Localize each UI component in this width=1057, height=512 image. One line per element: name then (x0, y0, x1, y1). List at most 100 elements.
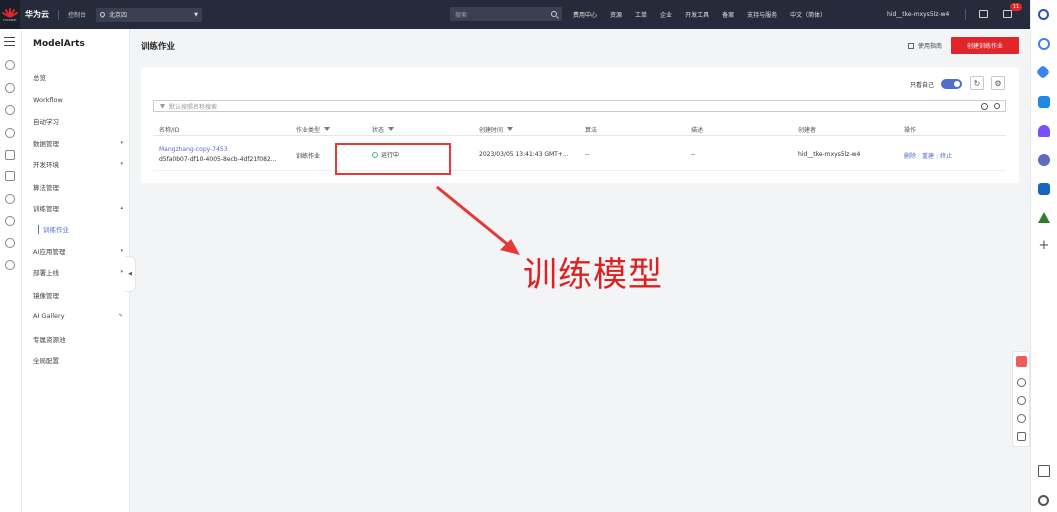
sidebar-item-algorithms[interactable]: 算法管理 (33, 177, 130, 197)
refresh-button[interactable]: ↻ (970, 76, 984, 90)
security-icon[interactable] (5, 216, 15, 226)
sidebar-item-label: AI Gallery (33, 312, 65, 320)
sidebar-item-label: 总览 (33, 74, 46, 82)
container-icon[interactable] (5, 171, 15, 181)
sidebar-item-ai-gallery[interactable]: AI Gallery ✎ (33, 306, 130, 326)
sidebar-item-workflow[interactable]: Workflow (33, 90, 130, 110)
headset-icon[interactable] (1017, 396, 1026, 405)
floating-toolbar (1012, 351, 1030, 447)
brand-name[interactable]: 华为云 (25, 9, 49, 20)
filter-placeholder: 默认按照名称搜索 (169, 103, 218, 111)
search-icon[interactable] (551, 11, 557, 17)
sidebar: ModelArts 总览 Workflow 自动学习 数据管理 ▾ 开发环境 ▾ 算… (22, 29, 130, 512)
globe-icon[interactable] (5, 238, 15, 248)
ai-icon[interactable] (5, 194, 15, 204)
sidebar-collapse-handle[interactable]: ◀ (125, 256, 136, 292)
creator-value: hid__tke-mxys5lz-w4 (798, 151, 861, 158)
rebuild-button[interactable]: 重建 (922, 153, 934, 160)
nav-support[interactable]: 支持与服务 (747, 10, 777, 19)
gear-icon[interactable] (1038, 495, 1049, 506)
divider (965, 9, 966, 20)
gear-icon: ⚙ (994, 78, 1002, 88)
note-icon[interactable] (1017, 432, 1026, 441)
created-time: 2023/03/05 13:41:43 GMT+... (479, 151, 569, 158)
search-icon[interactable] (994, 103, 1000, 109)
toolbox-icon[interactable] (1038, 96, 1050, 108)
sidebar-item-label: 开发环境 (33, 161, 59, 169)
settings-button[interactable]: ⚙ (991, 76, 1005, 90)
chevron-left-icon: ◀ (128, 271, 132, 277)
sidebar-item-overview[interactable]: 总览 (33, 67, 130, 87)
region-selector[interactable]: 北京四 ▼ (96, 7, 203, 22)
server-icon[interactable] (5, 150, 15, 160)
sidebar-toggle-icon[interactable] (1038, 465, 1050, 477)
nav-billing[interactable]: 费用中心 (573, 10, 597, 19)
sidebar-item-global-config[interactable]: 全局配置 (33, 350, 130, 370)
sidebar-subitem-training-jobs[interactable]: 训练作业 (38, 224, 69, 234)
edit-icon: ✎ (118, 313, 123, 319)
search-icon[interactable] (1038, 9, 1049, 20)
service-p-icon[interactable] (5, 260, 15, 270)
storage-icon[interactable] (5, 105, 15, 115)
nav-resources[interactable]: 资源 (610, 10, 622, 19)
outlook-icon[interactable] (1038, 183, 1050, 195)
create-training-job-button[interactable]: 创建训练作业 (951, 37, 1019, 54)
sidebar-item-label: 镜像管理 (33, 292, 59, 300)
tree-icon[interactable] (1038, 212, 1050, 223)
network-icon[interactable] (5, 83, 15, 93)
nav-language[interactable]: 中文（简体） (790, 10, 826, 19)
sidebar-item-training[interactable]: 训练管理 ▴ (33, 198, 130, 218)
help-icon[interactable] (1017, 414, 1026, 423)
nav-filing[interactable]: 备案 (722, 10, 734, 19)
smile-icon[interactable] (1017, 378, 1026, 387)
screen-icon[interactable] (979, 10, 988, 18)
delete-button[interactable]: 删除 (904, 153, 916, 160)
plus-icon[interactable]: + (1038, 239, 1050, 252)
stop-button[interactable]: 终止 (940, 153, 952, 160)
search-filter-input[interactable]: 默认按照名称搜索 (153, 100, 1006, 112)
filter-icon[interactable] (507, 127, 514, 132)
job-name-link[interactable]: Mangzhang-copy-7453 (159, 146, 228, 153)
column-header-type[interactable]: 作业类型 (296, 125, 331, 134)
menu-icon[interactable] (4, 37, 15, 49)
people-icon[interactable] (1038, 125, 1050, 137)
sidebar-item-label: 部署上线 (33, 269, 59, 277)
sidebar-item-label: AI应用管理 (33, 248, 66, 256)
office-icon[interactable] (1038, 154, 1050, 166)
sidebar-item-label: 自动学习 (33, 118, 59, 126)
sidebar-item-ai-apps[interactable]: AI应用管理 ▾ (33, 241, 130, 261)
feedback-icon[interactable] (1016, 356, 1027, 367)
cloud-icon[interactable] (5, 60, 15, 70)
chevron-down-icon: ▾ (120, 140, 123, 146)
database-icon[interactable] (5, 128, 15, 138)
guide-icon (908, 42, 914, 49)
top-nav: 费用中心 资源 工单 企业 开发工具 备案 支持与服务 中文（简体） (573, 0, 839, 29)
column-header-description: 描述 (691, 127, 704, 134)
sidebar-item-auto-learning[interactable]: 自动学习 (33, 111, 130, 131)
only-me-toggle[interactable] (941, 79, 962, 89)
sidebar-item-deploy[interactable]: 部署上线 ▾ (33, 262, 130, 282)
bing-icon[interactable] (1038, 38, 1050, 50)
console-link[interactable]: 控制台 (68, 10, 86, 19)
sidebar-item-data-management[interactable]: 数据管理 ▾ (33, 133, 130, 153)
mail-icon[interactable] (1003, 10, 1012, 18)
nav-enterprise[interactable]: 企业 (660, 10, 672, 19)
filter-icon[interactable] (324, 127, 331, 132)
huawei-logo[interactable]: HUAWEI (0, 0, 20, 29)
user-account[interactable]: hid__tke-mxys5lz-w4 (887, 11, 949, 18)
right-rail: + (1030, 0, 1057, 512)
user-guide-link[interactable]: 使用指南 (908, 41, 942, 50)
nav-dev-tools[interactable]: 开发工具 (685, 10, 709, 19)
logo-text: HUAWEI (3, 17, 17, 22)
filter-icon[interactable] (388, 127, 395, 132)
sidebar-item-dev-env[interactable]: 开发环境 ▾ (33, 154, 130, 174)
nav-tickets[interactable]: 工单 (635, 10, 647, 19)
column-header-status[interactable]: 状态 (372, 125, 395, 134)
tag-icon[interactable] (1035, 64, 1051, 80)
sidebar-item-images[interactable]: 镜像管理 (33, 285, 130, 305)
column-header-created[interactable]: 创建时间 (479, 125, 514, 134)
sidebar-item-resource-pools[interactable]: 专属资源池 (33, 329, 130, 349)
gear-icon[interactable] (981, 103, 988, 110)
global-search-input[interactable]: 搜索 (450, 7, 562, 21)
annotation-text: 训练模型 (523, 255, 663, 295)
